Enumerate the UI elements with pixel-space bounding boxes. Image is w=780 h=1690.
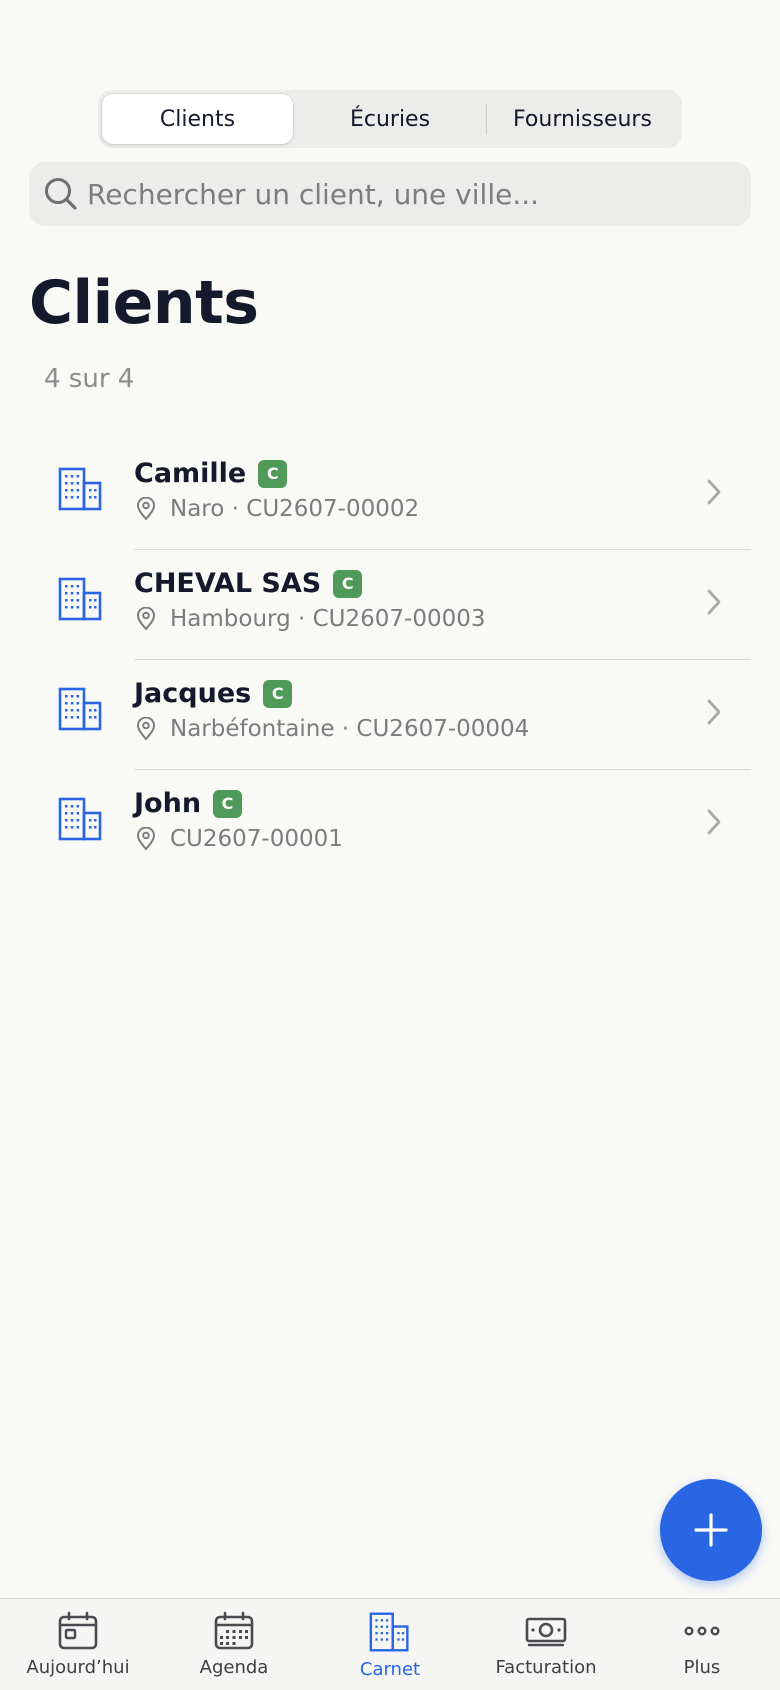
client-row-camille[interactable]: Camille C Naro · CU2607-00002 [0, 440, 780, 550]
client-location-code: Narbéfontaine · CU2607-00004 [170, 716, 530, 742]
building-icon [58, 797, 102, 841]
client-type-badge: C [213, 789, 243, 818]
tab-agenda[interactable]: Agenda [156, 1599, 312, 1690]
client-meta: CU2607-00001 [136, 826, 343, 852]
location-pin-icon [136, 717, 156, 741]
tab-label: Facturation [495, 1657, 597, 1678]
client-row-john[interactable]: John C CU2607-00001 [0, 770, 780, 880]
clients-screen: Clients Écuries Fournisseurs Clients 4 s… [0, 0, 780, 1690]
client-name: John [134, 788, 202, 819]
segment-ecuries[interactable]: Écuries [295, 94, 486, 144]
chevron-right-icon [707, 809, 721, 835]
add-client-button[interactable] [660, 1479, 762, 1581]
tab-carnet[interactable]: Carnet [312, 1599, 468, 1690]
tab-label: Plus [683, 1657, 721, 1678]
tab-facturation[interactable]: Facturation [468, 1599, 624, 1690]
calendar-grid-icon [214, 1611, 254, 1650]
location-pin-icon [136, 607, 156, 631]
client-name: CHEVAL SAS [134, 568, 322, 599]
client-location-code: Hambourg · CU2607-00003 [170, 606, 486, 632]
client-name-line: John C [134, 788, 243, 819]
tab-label: Agenda [199, 1657, 269, 1678]
search-icon [45, 178, 77, 210]
client-type-badge: C [333, 569, 363, 598]
chevron-right-icon [707, 479, 721, 505]
building-icon [58, 577, 102, 621]
page-title: Clients [29, 268, 259, 338]
client-name: Jacques [134, 678, 252, 709]
more-dots-icon [684, 1626, 720, 1636]
client-name-line: CHEVAL SAS C [134, 568, 363, 599]
segment-label: Clients [159, 106, 236, 132]
client-meta: Naro · CU2607-00002 [136, 496, 419, 522]
chevron-right-icon [707, 699, 721, 725]
client-row-cheval-sas[interactable]: CHEVAL SAS C Hambourg · CU2607-00003 [0, 550, 780, 660]
client-name-line: Camille C [134, 458, 288, 489]
client-type-badge: C [258, 459, 288, 488]
chevron-right-icon [707, 589, 721, 615]
segment-fournisseurs[interactable]: Fournisseurs [487, 94, 678, 144]
client-name: Camille [134, 458, 247, 489]
location-pin-icon [136, 497, 156, 521]
segment-label: Écuries [349, 106, 431, 132]
plus-icon [694, 1513, 728, 1547]
tab-plus[interactable]: Plus [624, 1599, 780, 1690]
building-icon [369, 1612, 409, 1652]
client-meta: Narbéfontaine · CU2607-00004 [136, 716, 529, 742]
bottom-tab-bar: Aujourd’hui Agenda Carnet Facturation Pl… [0, 1598, 780, 1690]
tab-label: Carnet [359, 1659, 421, 1680]
search-bar[interactable] [29, 162, 751, 226]
client-row-jacques[interactable]: Jacques C Narbéfontaine · CU2607-00004 [0, 660, 780, 770]
calendar-day-icon [58, 1611, 98, 1650]
client-location-code: Naro · CU2607-00002 [170, 496, 420, 522]
client-list: Camille C Naro · CU2607-00002 CHEVAL SAS… [0, 440, 780, 880]
building-icon [58, 467, 102, 511]
segment-label: Fournisseurs [513, 106, 652, 132]
search-input[interactable] [87, 177, 727, 211]
segmented-control: Clients Écuries Fournisseurs [98, 90, 682, 148]
segment-clients[interactable]: Clients [102, 94, 293, 144]
result-count: 4 sur 4 [44, 364, 135, 394]
client-type-badge: C [263, 679, 293, 708]
client-meta: Hambourg · CU2607-00003 [136, 606, 486, 632]
tab-aujourdhui[interactable]: Aujourd’hui [0, 1599, 156, 1690]
location-pin-icon [136, 827, 156, 851]
tab-label: Aujourd’hui [26, 1657, 130, 1678]
banknote-icon [525, 1617, 567, 1647]
client-name-line: Jacques C [134, 678, 293, 709]
client-location-code: CU2607-00001 [170, 826, 343, 852]
building-icon [58, 687, 102, 731]
